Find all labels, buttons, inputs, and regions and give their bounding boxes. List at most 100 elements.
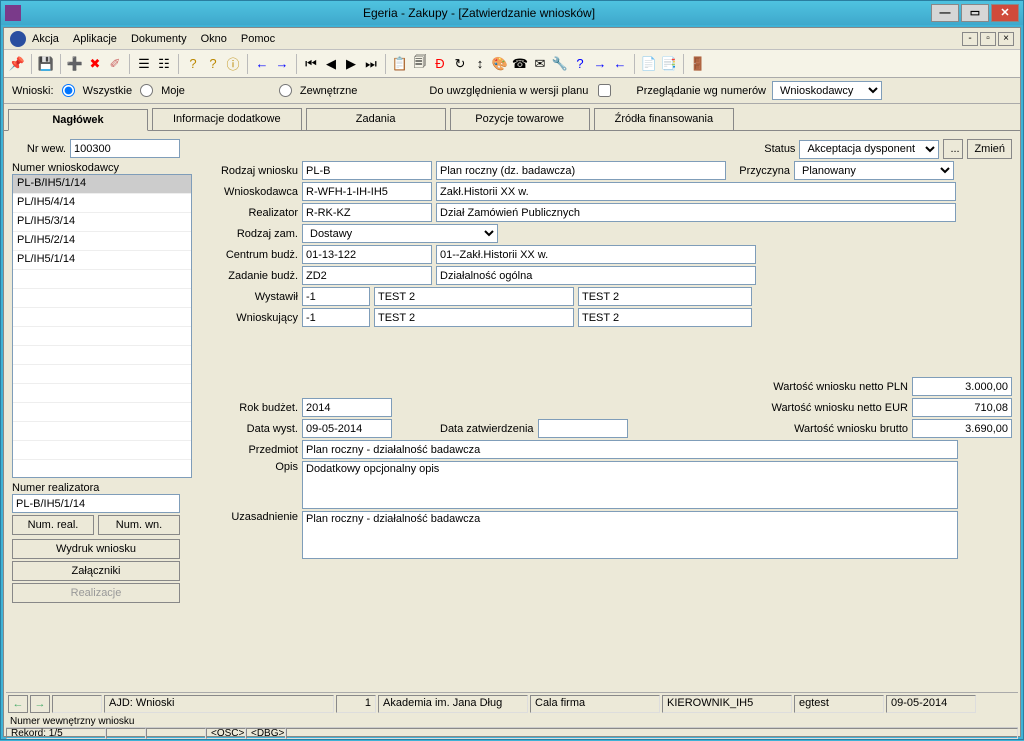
list-item[interactable]: PL/IH5/1/14 [13,251,191,270]
wart2-input[interactable] [912,398,1012,417]
rok-label: Rok budżet. [198,402,298,414]
clear-icon[interactable]: ✐ [106,55,124,73]
tab-pozycje[interactable]: Pozycje towarowe [450,108,590,130]
view-by-select[interactable]: Wnioskodawcy [772,81,882,100]
help1-icon[interactable]: ? [184,55,202,73]
list-item[interactable]: PL/IH5/4/14 [13,194,191,213]
nav-prev-button[interactable]: ← [8,695,28,713]
list-item [13,308,191,327]
phone-icon[interactable]: ☎ [511,55,529,73]
menu-dokumenty[interactable]: Dokumenty [131,33,187,45]
list-item[interactable]: PL/IH5/2/14 [13,232,191,251]
sort-icon[interactable]: ↕ [471,55,489,73]
wniosk-desc-input[interactable] [436,182,956,201]
wystawil-d2-input[interactable] [578,287,752,306]
minimize-button[interactable]: — [931,4,959,22]
datazatw-input[interactable] [538,419,628,438]
mdi-close-button[interactable]: × [998,32,1014,46]
uzas-textarea[interactable]: Plan roczny - działalność badawcza [302,511,958,559]
przedmiot-input[interactable] [302,440,958,459]
list-wnioskodawcy[interactable]: PL-B/IH5/1/14 PL/IH5/4/14 PL/IH5/3/14 PL… [12,174,192,478]
fwd-icon[interactable]: ▶ [342,55,360,73]
realiz-desc-input[interactable] [436,203,956,222]
menu-akcja[interactable]: Akcja [32,33,59,45]
wart1-input[interactable] [912,377,1012,396]
rok-input[interactable] [302,398,392,417]
delete-icon[interactable]: ✖ [86,55,104,73]
back-icon[interactable]: ◀ [322,55,340,73]
plan-checkbox[interactable] [598,84,611,97]
list-item[interactable]: PL/IH5/3/14 [13,213,191,232]
radio-wszystkie-label: Wszystkie [83,85,133,97]
rodzajw-code-input[interactable] [302,161,432,180]
filter-icon[interactable]: 🎨 [491,55,509,73]
przyczyna-select[interactable]: Planowany [794,161,954,180]
zadanie-desc-input[interactable] [436,266,756,285]
tab-naglowek[interactable]: Nagłówek [8,109,148,131]
wnioskuj-d1-input[interactable] [374,308,574,327]
arrow2-icon[interactable]: ← [611,55,629,73]
zalaczniki-button[interactable]: Załączniki [12,561,180,581]
status-select[interactable]: Akceptacja dysponent [799,140,939,159]
close-button[interactable]: ✕ [991,4,1019,22]
exit-icon[interactable]: 🚪 [689,55,707,73]
arrow1-icon[interactable]: → [591,55,609,73]
help4-icon[interactable]: ? [571,55,589,73]
pin-icon[interactable]: 📌 [8,55,26,73]
mdi-restore-button[interactable]: ▫ [980,32,996,46]
mdi-minimize-button[interactable]: - [962,32,978,46]
radio-zewnetrzne[interactable] [279,84,292,97]
tab-zadania[interactable]: Zadania [306,108,446,130]
zadanie-code-input[interactable] [302,266,432,285]
realiz-code-input[interactable] [302,203,432,222]
add-icon[interactable]: ➕ [66,55,84,73]
num-wn-button[interactable]: Num. wn. [98,515,180,535]
wniosk-code-input[interactable] [302,182,432,201]
tb1-icon[interactable]: 📋 [391,55,409,73]
status-lookup-button[interactable]: ... [943,139,963,159]
datawyst-input[interactable] [302,419,392,438]
wydruk-button[interactable]: Wydruk wniosku [12,539,180,559]
prev-icon[interactable]: ← [253,55,271,73]
save-icon[interactable]: 💾 [37,55,55,73]
menu-pomoc[interactable]: Pomoc [241,33,275,45]
zmien-button[interactable]: Zmień [967,139,1012,159]
help3-icon[interactable]: ⓘ [224,55,242,73]
help2-icon[interactable]: ? [204,55,222,73]
nav-next-button[interactable]: → [30,695,50,713]
menu-aplikacje[interactable]: Aplikacje [73,33,117,45]
mail-icon[interactable]: ✉ [531,55,549,73]
wart3-input[interactable] [912,419,1012,438]
tb3-icon[interactable]: Đ [431,55,449,73]
numer-realizatora-input[interactable] [12,494,180,513]
menu-okno[interactable]: Okno [201,33,227,45]
wnioskuj-code-input[interactable] [302,308,370,327]
nr-wew-input[interactable] [70,139,180,158]
first-icon[interactable]: ⏮ [302,55,320,73]
radio-wszystkie[interactable] [62,84,75,97]
centrum-desc-input[interactable] [436,245,756,264]
list-icon[interactable]: ☰ [135,55,153,73]
wnioskuj-d2-input[interactable] [578,308,752,327]
last-icon[interactable]: ⏭ [362,55,380,73]
maximize-button[interactable]: ▭ [961,4,989,22]
hint-text: Numer wewnętrzny wniosku [6,716,1018,727]
refresh-icon[interactable]: ↻ [451,55,469,73]
rodzajw-desc-input[interactable] [436,161,726,180]
next-icon[interactable]: → [273,55,291,73]
wystawil-d1-input[interactable] [374,287,574,306]
doc1-icon[interactable]: 📄 [640,55,658,73]
radio-moje[interactable] [140,84,153,97]
tool-icon[interactable]: 🔧 [551,55,569,73]
tb2-icon[interactable]: 🗐 [411,55,429,73]
tab-info-dodatkowe[interactable]: Informacje dodatkowe [152,108,302,130]
doc2-icon[interactable]: 📑 [660,55,678,73]
rodzajz-select[interactable]: Dostawy [302,224,498,243]
edit-icon[interactable]: ☷ [155,55,173,73]
tab-zrodla[interactable]: Źródła finansowania [594,108,734,130]
centrum-code-input[interactable] [302,245,432,264]
wystawil-code-input[interactable] [302,287,370,306]
num-real-button[interactable]: Num. real. [12,515,94,535]
list-item[interactable]: PL-B/IH5/1/14 [13,175,191,194]
opis-textarea[interactable]: Dodatkowy opcjonalny opis [302,461,958,509]
